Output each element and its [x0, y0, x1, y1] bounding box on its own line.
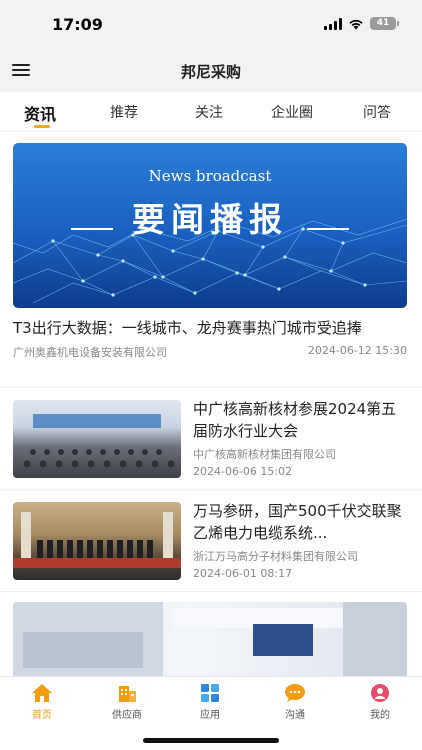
banner-chinese-title: 要闻播报	[132, 200, 288, 239]
tabbar-label: 应用	[200, 710, 220, 721]
news-title[interactable]: 万马参研，国产500千伏交联聚乙烯电力电缆系统...	[193, 500, 409, 544]
tabbar-apps[interactable]: 应用	[180, 683, 240, 721]
news-meta: 广州奥鑫机电设备安装有限公司 2024-06-12 15:30	[13, 344, 407, 360]
banner-english-title: News broadcast	[148, 167, 272, 185]
news-title[interactable]: T3出行大数据：一线城市、龙舟赛事热门城市受追捧	[13, 317, 407, 339]
news-list-item-partial[interactable]	[13, 602, 407, 676]
news-source: 中广核高新核材集团有限公司	[193, 448, 336, 461]
news-date: 2024-06-01 08:17	[193, 567, 293, 580]
news-text: 中广核高新核材参展2024第五届防水行业大会 中广核高新核材集团有限公司 202…	[193, 398, 409, 478]
divider	[0, 387, 422, 388]
home-icon	[32, 684, 52, 702]
chat-bubble-icon	[285, 684, 305, 702]
tabbar-label: 首页	[32, 710, 52, 721]
news-source: 广州奥鑫机电设备安装有限公司	[13, 346, 167, 359]
news-list-item[interactable]: 万马参研，国产500千伏交联聚乙烯电力电缆系统... 浙江万马高分子材料集团有限…	[13, 502, 409, 584]
building-icon	[119, 686, 136, 702]
page-title: 邦尼采购	[180, 63, 241, 81]
wifi-icon	[349, 19, 363, 29]
banner-decor-line-left	[71, 228, 113, 230]
status-bar: 17:09 41	[0, 0, 422, 48]
tab-news[interactable]: 资讯	[24, 101, 56, 125]
profile-icon	[371, 684, 389, 702]
news-thumbnail	[13, 400, 181, 478]
tabbar-chat[interactable]: 沟通	[265, 683, 325, 721]
tab-follow[interactable]: 关注	[195, 102, 223, 122]
news-title[interactable]: 中广核高新核材参展2024第五届防水行业大会	[193, 398, 409, 442]
tabbar-label: 供应商	[112, 710, 142, 721]
tab-enterprise-circle[interactable]: 企业圈	[271, 102, 313, 122]
news-text: 万马参研，国产500千伏交联聚乙烯电力电缆系统... 浙江万马高分子材料集团有限…	[193, 500, 409, 580]
nav-bar: 邦尼采购	[0, 48, 422, 92]
category-tabs: 资讯 推荐 关注 企业圈 问答	[0, 92, 422, 132]
news-list-item[interactable]: 中广核高新核材参展2024第五届防水行业大会 中广核高新核材集团有限公司 202…	[13, 400, 409, 482]
divider	[0, 489, 422, 490]
active-tab-indicator	[34, 125, 50, 128]
tabbar-profile[interactable]: 我的	[350, 683, 410, 721]
divider	[0, 591, 422, 592]
apps-grid-icon	[201, 684, 219, 702]
tabbar-home[interactable]: 首页	[12, 683, 72, 721]
news-feed[interactable]: News broadcast 要闻播报 T3出行大数据：一线城市、龙舟赛事热门城…	[0, 133, 422, 676]
news-date: 2024-06-12 15:30	[307, 344, 407, 357]
status-time: 17:09	[52, 15, 103, 34]
battery-icon: 41	[370, 17, 399, 30]
featured-news-card[interactable]: News broadcast 要闻播报 T3出行大数据：一线城市、龙舟赛事热门城…	[13, 143, 407, 360]
banner-decor-line-right	[307, 228, 349, 230]
news-thumbnail	[13, 502, 181, 580]
tabbar-label: 我的	[370, 710, 390, 721]
news-date: 2024-06-06 15:02	[193, 465, 293, 478]
tab-recommend[interactable]: 推荐	[110, 102, 138, 122]
news-banner-image: News broadcast 要闻播报	[13, 143, 407, 308]
news-source: 浙江万马高分子材料集团有限公司	[193, 550, 358, 563]
home-indicator	[143, 738, 279, 743]
signal-icon	[324, 17, 342, 30]
status-icons: 41	[324, 17, 399, 30]
tabbar-label: 沟通	[285, 710, 305, 721]
tab-qa[interactable]: 问答	[363, 102, 391, 122]
tabbar-suppliers[interactable]: 供应商	[97, 683, 157, 721]
